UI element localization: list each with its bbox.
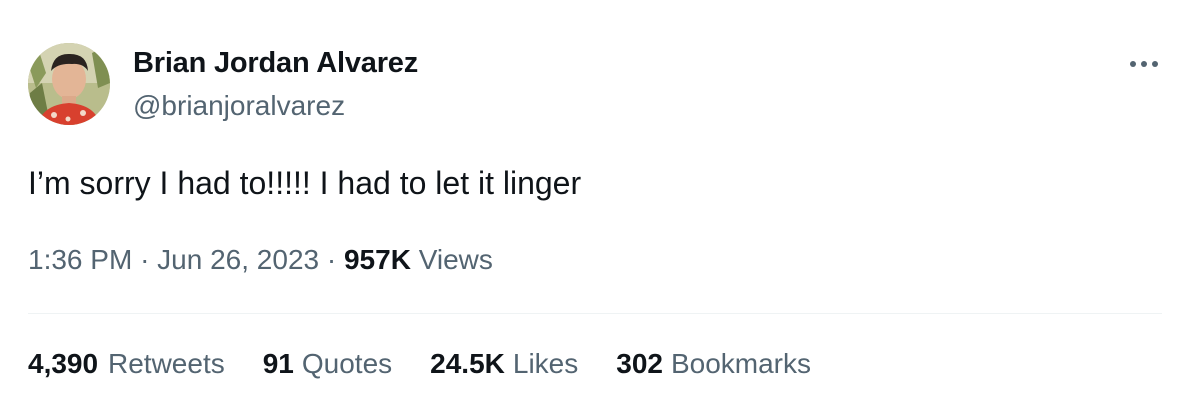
avatar[interactable] [28,43,110,125]
bookmarks-label: Bookmarks [670,348,812,379]
likes-label: Likes [512,348,579,379]
dot [1141,61,1147,67]
quotes-stat[interactable]: 91 Quotes [263,348,392,380]
bookmarks-count: 302 [616,348,663,379]
bookmarks-stat[interactable]: 302 Bookmarks [616,348,811,380]
dot [1130,61,1136,67]
tweet-date[interactable]: Jun 26, 2023 [157,244,319,275]
meta-separator: · [140,244,150,275]
author-handle[interactable]: @brianjoralvarez [133,90,345,122]
author-name[interactable]: Brian Jordan Alvarez [133,47,418,80]
more-options-icon[interactable] [1122,52,1166,76]
retweets-stat[interactable]: 4,390 Retweets [28,348,225,380]
tweet-text: I’m sorry I had to!!!!! I had to let it … [28,165,582,201]
likes-count: 24.5K [430,348,505,379]
engagement-stats: 4,390 Retweets 91 Quotes 24.5K Likes 302 Boo… [28,348,849,380]
quotes-count: 91 [262,348,294,379]
divider [28,313,1162,314]
views-label: Views [418,244,493,275]
likes-stat[interactable]: 24.5K Likes [430,348,578,380]
tweet-time[interactable]: 1:36 PM [28,244,132,275]
retweets-label: Retweets [108,348,225,379]
retweets-count: 4,390 [28,348,99,379]
quotes-label: Quotes [301,348,393,379]
meta-separator: · [326,244,337,275]
dot [1152,61,1158,67]
profile-photo-icon [28,43,110,125]
tweet-meta: 1:36 PM · Jun 26, 2023 · 957K Views [28,244,493,276]
views-count: 957K [343,244,411,275]
tweet-card: Brian Jordan Alvarez @brianjoralvarez I’… [0,0,1192,416]
